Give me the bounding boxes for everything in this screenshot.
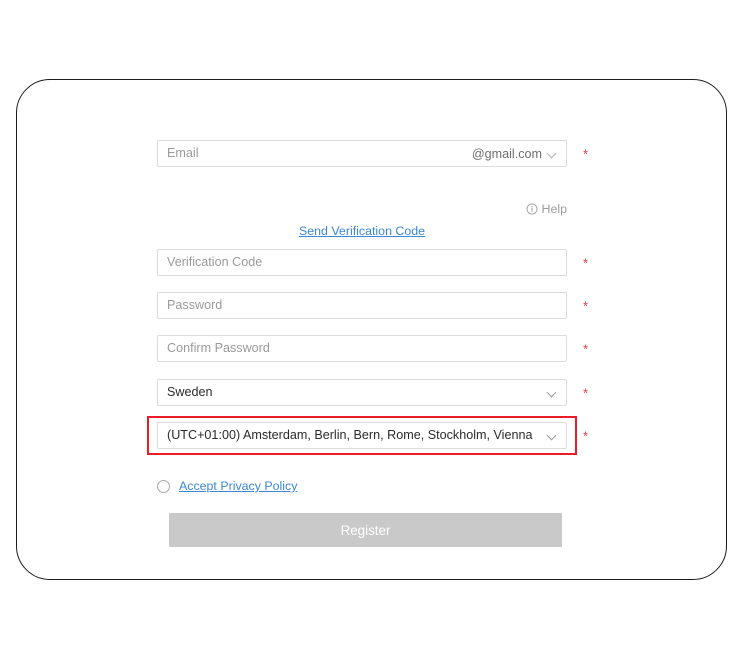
email-required-asterisk: *: [583, 146, 589, 161]
country-selected-value: Sweden: [167, 385, 213, 400]
verification-code-required-asterisk: *: [583, 255, 589, 270]
timezone-selected-value: (UTC+01:00) Amsterdam, Berlin, Bern, Rom…: [167, 428, 533, 443]
email-field-row: Email @gmail.com *: [157, 140, 617, 167]
verification-code-placeholder: Verification Code: [167, 255, 263, 270]
confirm-password-input[interactable]: Confirm Password: [157, 335, 567, 362]
email-domain-suffix: @gmail.com: [471, 146, 542, 161]
password-required-asterisk: *: [583, 298, 589, 313]
chevron-down-icon[interactable]: [547, 431, 557, 441]
accept-privacy-policy-radio[interactable]: [157, 479, 170, 493]
chevron-down-icon[interactable]: [547, 388, 557, 398]
verification-code-input[interactable]: Verification Code: [157, 249, 567, 276]
send-verification-code-row: Send Verification Code: [157, 222, 567, 240]
timezone-field-row: (UTC+01:00) Amsterdam, Berlin, Bern, Rom…: [147, 416, 617, 455]
chevron-down-icon[interactable]: [547, 149, 557, 159]
help-link[interactable]: Help: [526, 202, 567, 216]
register-button[interactable]: Register: [169, 513, 562, 547]
register-button-row: Register: [157, 513, 617, 547]
email-input[interactable]: Email @gmail.com: [157, 140, 567, 167]
email-placeholder: Email: [167, 146, 199, 161]
confirm-password-field-row: Confirm Password *: [157, 335, 617, 362]
timezone-required-asterisk: *: [583, 428, 589, 443]
confirm-password-required-asterisk: *: [583, 341, 589, 356]
help-label: Help: [541, 202, 567, 216]
password-input[interactable]: Password: [157, 292, 567, 319]
timezone-select[interactable]: (UTC+01:00) Amsterdam, Berlin, Bern, Rom…: [157, 422, 567, 449]
registration-card: Email @gmail.com * Help Send Verificatio…: [16, 79, 727, 580]
country-select[interactable]: Sweden: [157, 379, 567, 406]
password-placeholder: Password: [167, 298, 223, 313]
country-required-asterisk: *: [583, 385, 589, 400]
privacy-policy-link[interactable]: Accept Privacy Policy: [179, 479, 297, 493]
send-verification-code-link[interactable]: Send Verification Code: [299, 224, 425, 238]
register-form: Email @gmail.com * Help Send Verificatio…: [147, 140, 617, 547]
info-circle-icon: [526, 203, 538, 215]
country-field-row: Sweden *: [157, 379, 617, 406]
help-row: Help: [157, 200, 567, 218]
privacy-policy-row: Accept Privacy Policy: [157, 476, 617, 496]
verification-code-field-row: Verification Code *: [157, 249, 617, 276]
password-field-row: Password *: [157, 292, 617, 319]
confirm-password-placeholder: Confirm Password: [167, 341, 270, 356]
